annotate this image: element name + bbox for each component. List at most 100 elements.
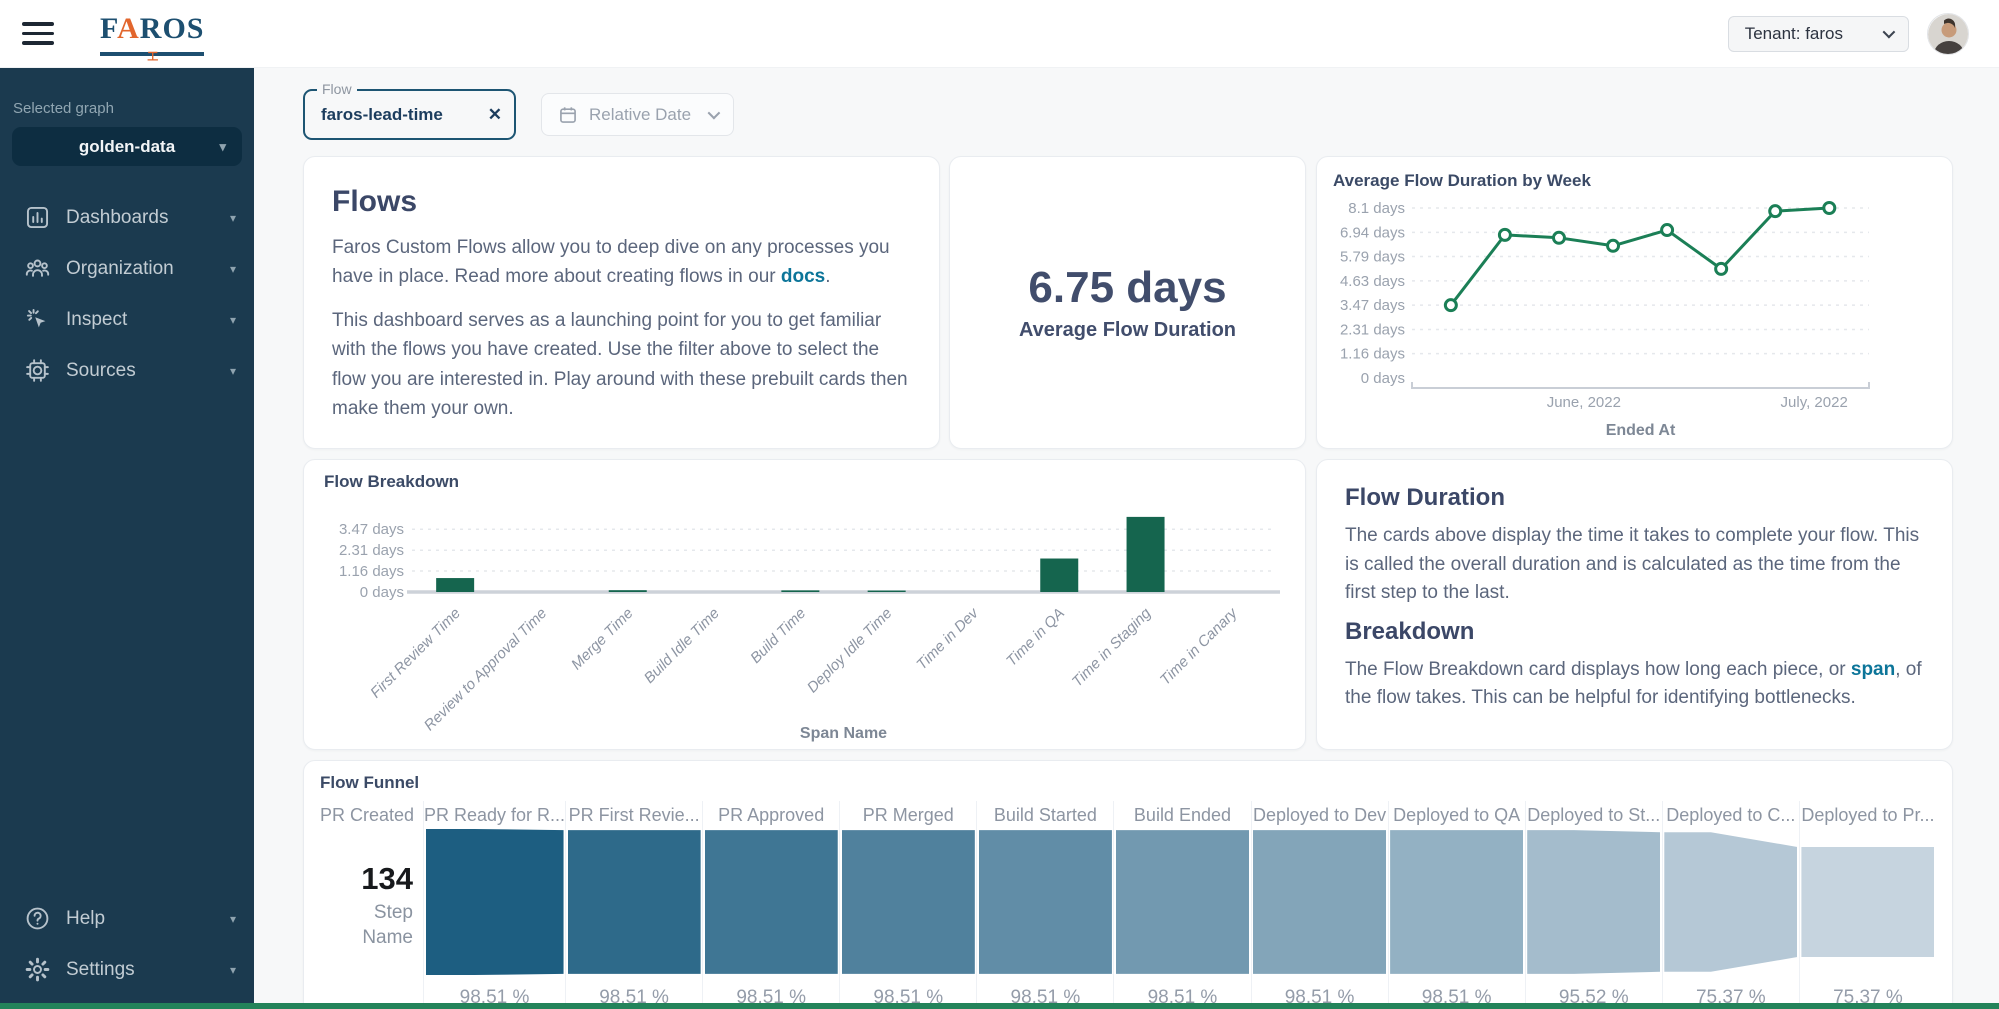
funnel-stage-4[interactable]: PR Merged98.51 % (839, 801, 976, 1009)
svg-text:June, 2022: June, 2022 (1547, 394, 1621, 411)
funnel-stage-label: Build Started (977, 801, 1113, 829)
flow-funnel-card: Flow Funnel PR Created 134 StepName PR R… (303, 760, 1953, 1009)
sidebar-item-organization[interactable]: Organization▾ (0, 243, 254, 294)
bar-chart-title: Flow Breakdown (324, 472, 1297, 492)
flows-paragraph-1: Faros Custom Flows allow you to deep div… (332, 233, 911, 292)
flow-filter[interactable]: Flow faros-lead-time ✕ (303, 89, 516, 140)
funnel-stage-block (426, 829, 564, 975)
funnel-start-column: PR Created 134 StepName (320, 801, 423, 1009)
sidebar-item-dashboards[interactable]: Dashboards▾ (0, 192, 254, 243)
funnel-stage-2[interactable]: PR First Revie...98.51 % (565, 801, 702, 1009)
svg-text:3.47 days: 3.47 days (1340, 297, 1405, 314)
flow-filter-value: faros-lead-time (321, 105, 488, 125)
page: FAROS 工 Tenant: faros Selected graph gol… (0, 0, 1999, 1009)
sidebar-item-label: Dashboards (66, 207, 230, 229)
funnel-stage-block (1390, 829, 1523, 975)
funnel-stage-3[interactable]: PR Approved98.51 % (702, 801, 839, 1009)
svg-text:Time in QA: Time in QA (1003, 605, 1068, 670)
flow-duration-paragraph: The cards above display the time it take… (1345, 522, 1924, 608)
flows-paragraph-2: This dashboard serves as a launching poi… (332, 306, 911, 424)
funnel-stage-label: PR Merged (840, 801, 976, 829)
graph-select[interactable]: golden-data ▾ (12, 127, 242, 166)
funnel-stage-block (705, 829, 838, 975)
tenant-label: Tenant: faros (1745, 24, 1843, 44)
settings-icon (24, 956, 51, 983)
funnel-stage-block (979, 829, 1112, 975)
funnel-start-value: 134 (320, 861, 413, 897)
funnel-title: Flow Funnel (320, 773, 1936, 793)
funnel-stage-7[interactable]: Deployed to Dev98.51 % (1251, 801, 1388, 1009)
funnel-stage-1[interactable]: PR Ready for R...98.51 % (423, 801, 565, 1009)
sidebar-item-label: Sources (66, 360, 230, 382)
flow-filter-label: Flow (317, 81, 357, 97)
svg-text:4.63 days: 4.63 days (1340, 273, 1405, 290)
sidebar-item-sources[interactable]: Sources▾ (0, 345, 254, 396)
svg-text:6.94 days: 6.94 days (1340, 224, 1405, 241)
clear-flow-button[interactable]: ✕ (488, 106, 502, 123)
breakdown-heading: Breakdown (1345, 618, 1924, 646)
svg-text:Time in Canary: Time in Canary (1157, 604, 1242, 689)
main-content: Flow faros-lead-time ✕ Relative Date Flo… (254, 68, 1999, 1009)
tenant-select[interactable]: Tenant: faros (1728, 16, 1909, 52)
funnel-stage-11[interactable]: Deployed to Pr...75.37 % (1799, 801, 1936, 1009)
funnel-stage-label: Deployed to St... (1526, 801, 1662, 829)
bar-chart[interactable]: 3.47 days2.31 days1.16 days0 daysFirst R… (312, 492, 1297, 750)
funnel-stage-9[interactable]: Deployed to St...95.52 % (1525, 801, 1662, 1009)
funnel-stage-label: Deployed to Dev (1252, 801, 1388, 829)
funnel-stage-label: PR First Revie... (566, 801, 702, 829)
line-chart-title: Average Flow Duration by Week (1333, 171, 1936, 191)
span-link[interactable]: span (1851, 659, 1895, 680)
svg-text:0 days: 0 days (1361, 370, 1405, 387)
funnel-stage-block (1527, 829, 1660, 975)
flow-breakdown-card: Flow Breakdown 3.47 days2.31 days1.16 da… (303, 459, 1306, 750)
flow-duration-text-card: Flow Duration The cards above display th… (1316, 459, 1953, 750)
sidebar-item-label: Settings (66, 959, 230, 981)
sidebar-item-help[interactable]: Help▾ (0, 893, 254, 944)
calendar-icon (558, 105, 578, 125)
sidebar-item-inspect[interactable]: Inspect▾ (0, 294, 254, 345)
menu-button[interactable] (22, 19, 58, 49)
funnel-stage-6[interactable]: Build Ended98.51 % (1113, 801, 1250, 1009)
avatar[interactable] (1927, 13, 1969, 55)
inspect-icon (24, 306, 51, 333)
selected-graph-label: Selected graph (13, 100, 254, 117)
svg-text:5.79 days: 5.79 days (1340, 248, 1405, 265)
relative-date-select[interactable]: Relative Date (541, 93, 734, 136)
funnel-stage-block (1801, 829, 1934, 975)
funnel-stage-10[interactable]: Deployed to C...75.37 % (1662, 801, 1799, 1009)
funnel-start-label: PR Created (320, 801, 413, 829)
funnel-chart[interactable]: PR Created 134 StepName PR Ready for R..… (320, 801, 1936, 1009)
derrick-a-icon: A (117, 12, 140, 45)
svg-text:First Review Time: First Review Time (367, 605, 464, 702)
svg-text:July, 2022: July, 2022 (1781, 394, 1848, 411)
sidebar-nav: Dashboards▾Organization▾Inspect▾Sources▾ (0, 192, 254, 396)
stat-value: 6.75 days (1028, 263, 1226, 313)
faros-logo[interactable]: FAROS 工 (100, 12, 204, 56)
chevron-down-icon: ▾ (230, 364, 236, 378)
funnel-stage-label: Deployed to C... (1663, 801, 1799, 829)
line-chart[interactable]: 8.1 days6.94 days5.79 days4.63 days3.47 … (1333, 191, 1938, 439)
funnel-start-sublabel: StepName (320, 901, 413, 950)
svg-text:Span Name: Span Name (800, 725, 887, 742)
user-photo (1928, 14, 1969, 55)
chevron-down-icon: ▾ (230, 211, 236, 225)
oil-derrick-icon: 工 (147, 48, 157, 64)
topbar: FAROS 工 Tenant: faros (0, 0, 1999, 68)
funnel-stage-8[interactable]: Deployed to QA98.51 % (1388, 801, 1525, 1009)
sidebar-item-label: Organization (66, 258, 230, 280)
flow-duration-heading: Flow Duration (1345, 484, 1924, 512)
organization-icon (24, 255, 51, 282)
chevron-down-icon (708, 107, 721, 120)
svg-text:1.16 days: 1.16 days (339, 563, 404, 580)
docs-link[interactable]: docs (781, 266, 825, 287)
funnel-stage-block (1116, 829, 1249, 975)
help-icon (24, 905, 51, 932)
relative-date-label: Relative Date (589, 105, 697, 125)
chevron-down-icon: ▾ (230, 262, 236, 276)
svg-text:Build Idle Time: Build Idle Time (641, 605, 723, 687)
sidebar-item-settings[interactable]: Settings▾ (0, 944, 254, 995)
funnel-stage-5[interactable]: Build Started98.51 % (976, 801, 1113, 1009)
sidebar-footer: Help▾Settings▾ (0, 893, 254, 995)
sidebar-item-label: Inspect (66, 309, 230, 331)
funnel-stage-label: PR Ready for R... (424, 801, 565, 829)
